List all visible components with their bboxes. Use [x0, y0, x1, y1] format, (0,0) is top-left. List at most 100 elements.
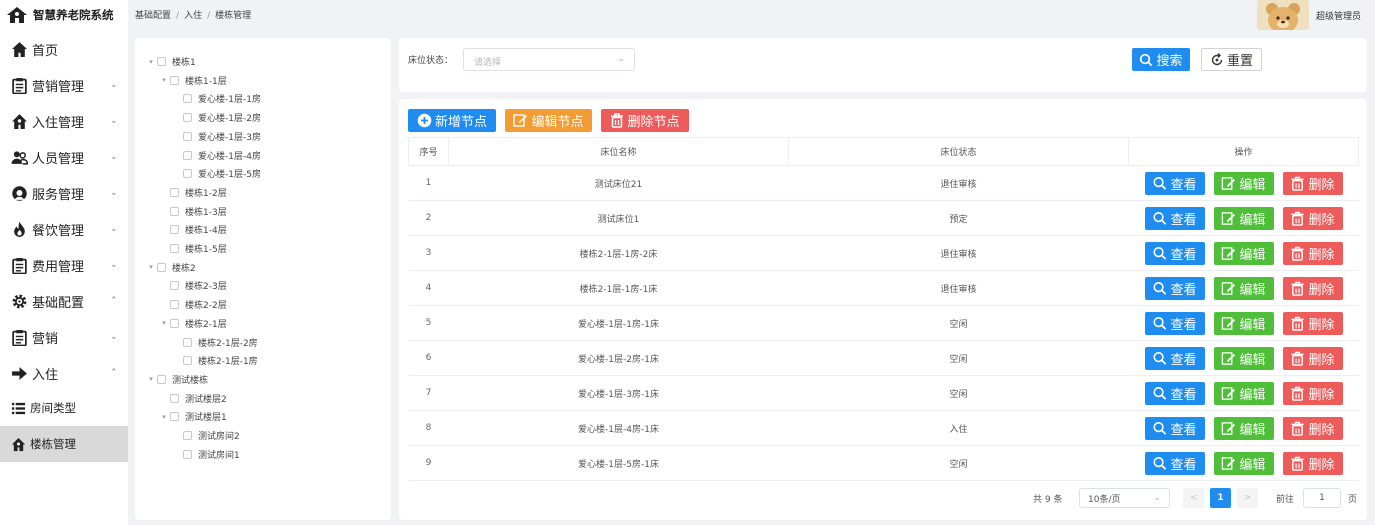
tree-node[interactable]: 楼栋2-1层-1房 — [171, 353, 258, 368]
caret-down-icon[interactable]: ▾ — [145, 58, 157, 66]
delete-button[interactable]: 删除 — [1282, 241, 1343, 265]
tree-checkbox[interactable] — [183, 356, 192, 366]
next-page-button[interactable]: > — [1237, 488, 1258, 508]
edit-button[interactable]: 编辑 — [1213, 171, 1274, 195]
sidebar-item-4[interactable]: 服务管理 ⌄ — [0, 175, 128, 211]
caret-down-icon[interactable]: ▾ — [145, 375, 157, 383]
view-button[interactable]: 查看 — [1144, 276, 1205, 300]
tree-checkbox[interactable] — [170, 75, 179, 85]
tree-node[interactable]: 楼栋2-3层 — [158, 278, 227, 293]
tree-checkbox[interactable] — [183, 150, 192, 160]
delete-button[interactable]: 删除 — [1282, 381, 1343, 405]
edit-button[interactable]: 编辑 — [1213, 241, 1274, 265]
tree-checkbox[interactable] — [170, 225, 179, 235]
tree-checkbox[interactable] — [183, 131, 192, 141]
sidebar-item-11[interactable]: 楼栋管理 — [0, 426, 128, 462]
view-button[interactable]: 查看 — [1144, 241, 1205, 265]
caret-down-icon[interactable]: ▾ — [158, 413, 170, 421]
sidebar-item-1[interactable]: 营销管理 ⌄ — [0, 67, 128, 103]
view-button[interactable]: 查看 — [1144, 171, 1205, 195]
view-button[interactable]: 查看 — [1144, 451, 1205, 475]
delete-button[interactable]: 删除 — [1282, 346, 1343, 370]
username[interactable]: 超级管理员 — [1316, 9, 1361, 22]
delete-button[interactable]: 删除 — [1282, 416, 1343, 440]
reset-button[interactable]: 重置 — [1201, 48, 1262, 71]
tree-checkbox[interactable] — [170, 300, 179, 310]
view-button[interactable]: 查看 — [1144, 381, 1205, 405]
tree-node[interactable]: 楼栋1-5层 — [158, 241, 227, 256]
sidebar-item-9[interactable]: 入住 ⌃ — [0, 355, 128, 391]
tree-node[interactable]: 测试房间1 — [171, 447, 240, 462]
view-button[interactable]: 查看 — [1144, 311, 1205, 335]
sidebar-item-8[interactable]: 营销 ⌄ — [0, 319, 128, 355]
tree-node[interactable]: 楼栋1-4层 — [158, 222, 227, 237]
tree-checkbox[interactable] — [183, 113, 192, 123]
tree-node[interactable]: ▾ 楼栋2 — [145, 260, 196, 275]
tree-node[interactable]: 爱心楼-1层-5房 — [171, 166, 261, 181]
tree-checkbox[interactable] — [170, 281, 179, 291]
view-button[interactable]: 查看 — [1144, 416, 1205, 440]
sidebar-item-3[interactable]: 人员管理 ⌄ — [0, 139, 128, 175]
tree-node[interactable]: 楼栋2-1层-2房 — [171, 335, 258, 350]
search-button[interactable]: 搜索 — [1132, 48, 1190, 71]
tree-checkbox[interactable] — [183, 449, 192, 459]
tree-checkbox[interactable] — [170, 206, 179, 216]
caret-down-icon[interactable]: ▾ — [158, 319, 170, 327]
tree-checkbox[interactable] — [170, 244, 179, 253]
page-number-current[interactable]: 1 — [1210, 488, 1231, 508]
tree-node[interactable]: 爱心楼-1层-2房 — [171, 110, 261, 125]
sidebar-item-0[interactable]: 首页 — [0, 31, 128, 67]
tree-node[interactable]: 测试楼层2 — [158, 391, 227, 406]
caret-down-icon[interactable]: ▾ — [145, 263, 157, 271]
tree-checkbox[interactable] — [170, 187, 179, 197]
delete-button[interactable]: 删除 — [1282, 276, 1343, 300]
tree-checkbox[interactable] — [183, 94, 192, 104]
tree-node[interactable]: 爱心楼-1层-3房 — [171, 129, 261, 144]
tree-node[interactable]: 楼栋1-3层 — [158, 204, 227, 219]
sidebar-item-6[interactable]: 费用管理 ⌄ — [0, 247, 128, 283]
prev-page-button[interactable]: < — [1183, 488, 1204, 508]
bed-status-select[interactable]: 请选择 ⌄ — [463, 48, 635, 71]
edit-button[interactable]: 编辑 — [1213, 346, 1274, 370]
avatar[interactable] — [1257, 0, 1309, 30]
breadcrumb-item[interactable]: 入住 — [184, 11, 202, 21]
breadcrumb-item[interactable]: 基础配置 — [135, 11, 171, 21]
tree-checkbox[interactable] — [183, 431, 192, 440]
edit-button[interactable]: 编辑 — [1213, 381, 1274, 405]
sidebar-item-5[interactable]: 餐饮管理 ⌄ — [0, 211, 128, 247]
tree-node[interactable]: 爱心楼-1层-4房 — [171, 148, 261, 163]
tree-node[interactable]: ▾ 楼栋1 — [145, 54, 196, 69]
tree-node[interactable]: 楼栋2-2层 — [158, 297, 227, 312]
page-size-select[interactable]: 10条/页 ⌄ — [1079, 488, 1170, 508]
tree-node[interactable]: ▾ 测试楼层1 — [158, 409, 227, 424]
caret-down-icon[interactable]: ▾ — [158, 76, 170, 84]
sidebar-item-2[interactable]: 入住管理 ⌄ — [0, 103, 128, 139]
tree-checkbox[interactable] — [157, 262, 166, 272]
delete-button[interactable]: 删除 — [1282, 311, 1343, 335]
tree-checkbox[interactable] — [170, 412, 179, 422]
tree-checkbox[interactable] — [170, 393, 179, 403]
delete-node-button[interactable]: 删除节点 — [601, 109, 689, 132]
sidebar-item-7[interactable]: 基础配置 ⌃ — [0, 283, 128, 319]
view-button[interactable]: 查看 — [1144, 346, 1205, 370]
tree-node[interactable]: 爱心楼-1层-1房 — [171, 91, 261, 106]
edit-button[interactable]: 编辑 — [1213, 276, 1274, 300]
edit-button[interactable]: 编辑 — [1213, 451, 1274, 475]
tree-checkbox[interactable] — [170, 318, 179, 328]
tree-checkbox[interactable] — [157, 57, 166, 66]
edit-button[interactable]: 编辑 — [1213, 311, 1274, 335]
tree-node[interactable]: ▾ 测试楼栋 — [145, 372, 208, 387]
app-logo[interactable]: 智慧养老院系统 — [6, 4, 114, 26]
tree-node[interactable]: ▾ 楼栋1-1层 — [158, 73, 227, 88]
sidebar-item-10[interactable]: 房间类型 — [0, 390, 128, 426]
add-node-button[interactable]: 新增节点 — [408, 109, 496, 132]
edit-node-button[interactable]: 编辑节点 — [505, 109, 592, 132]
edit-button[interactable]: 编辑 — [1213, 416, 1274, 440]
tree-checkbox[interactable] — [183, 337, 192, 347]
tree-node[interactable]: ▾ 楼栋2-1层 — [158, 316, 227, 331]
tree-checkbox[interactable] — [183, 169, 192, 179]
goto-page-input[interactable]: 1 — [1303, 488, 1341, 508]
delete-button[interactable]: 删除 — [1282, 171, 1343, 195]
delete-button[interactable]: 删除 — [1282, 451, 1343, 475]
tree-node[interactable]: 楼栋1-2层 — [158, 185, 227, 200]
